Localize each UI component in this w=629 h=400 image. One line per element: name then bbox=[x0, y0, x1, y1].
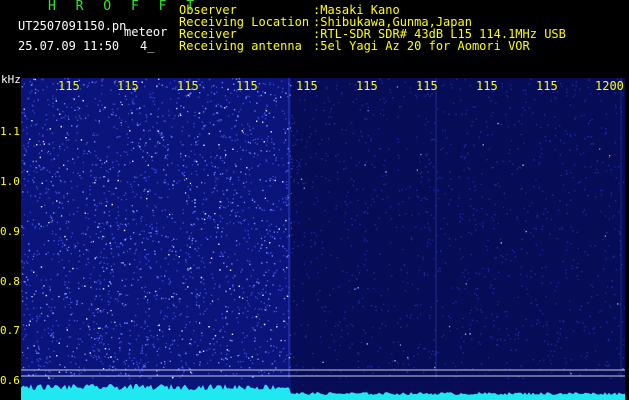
waterfall-canvas bbox=[21, 78, 625, 400]
file-name: UT2507091150.pn bbox=[18, 19, 127, 33]
y-tick-label: 0.8 bbox=[0, 275, 20, 288]
event-count: 4_ bbox=[140, 39, 155, 53]
detection-tag: meteor bbox=[124, 25, 168, 39]
x-tick-label: 115 bbox=[476, 79, 498, 93]
x-tick-label: 115 bbox=[236, 79, 258, 93]
x-tick-label: 115 bbox=[117, 79, 139, 93]
y-tick-label: 0.9 bbox=[0, 225, 20, 238]
app-title: H R O F F T bbox=[48, 0, 201, 14]
y-tick-label: 0.7 bbox=[0, 324, 20, 337]
header-panel: H R O F F T UT2507091150.pn meteor 25.07… bbox=[0, 0, 629, 76]
x-tick-label: 115 bbox=[58, 79, 80, 93]
x-tick-label: 115 bbox=[416, 79, 438, 93]
antenna-label: Receiving antenna bbox=[179, 39, 302, 53]
x-tick-label: 115 bbox=[536, 79, 558, 93]
y-tick-label: 0.6 bbox=[0, 374, 20, 387]
x-tick-label: 1200 bbox=[595, 79, 624, 93]
antenna-value: :5el Yagi Az 20 for Aomori VOR bbox=[313, 39, 530, 53]
datetime: 25.07.09 11:50 bbox=[18, 39, 120, 53]
x-tick-label: 115 bbox=[177, 79, 199, 93]
y-tick-label: 1.1 bbox=[0, 125, 20, 138]
y-tick-label: 1.0 bbox=[0, 175, 20, 188]
x-tick-label: 115 bbox=[356, 79, 378, 93]
x-tick-label: 115 bbox=[296, 79, 318, 93]
y-axis-unit: kHz bbox=[1, 73, 21, 86]
waterfall-spectrogram bbox=[21, 78, 625, 400]
